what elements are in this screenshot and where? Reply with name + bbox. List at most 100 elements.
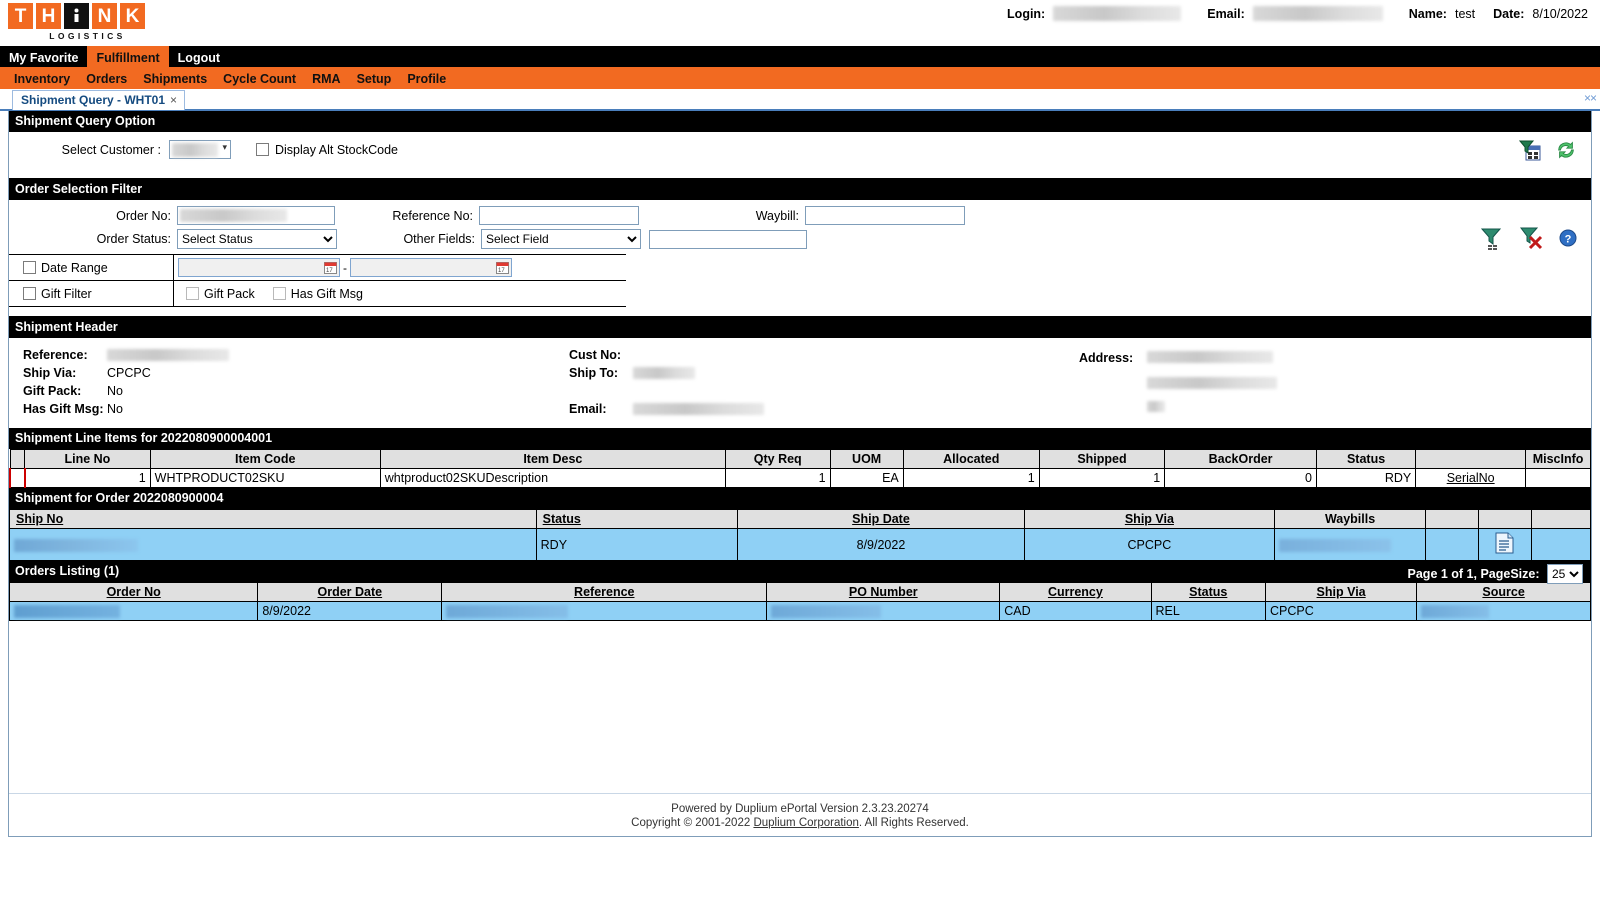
col-serial[interactable] [1415,449,1527,469]
cell-item-code: WHTPRODUCT02SKU [149,468,381,488]
col-currency[interactable]: Currency [1048,585,1103,599]
cell-ship-date: 8/9/2022 [737,528,1025,561]
reference-no-input[interactable] [479,206,639,225]
col-ship-status[interactable]: Status [543,512,581,526]
order-no-value-redacted [180,209,287,222]
menu-my-favorite[interactable]: My Favorite [0,46,87,67]
gift-pack-label: Gift Pack [204,286,255,301]
tab-close-icon[interactable]: × [170,93,177,107]
footer-line-2: Copyright © 2001-2022 Duplium Corporatio… [9,816,1591,830]
select-customer-value-redacted [172,143,218,157]
has-gift-msg-checkbox[interactable] [272,287,286,300]
document-icon[interactable] [1495,532,1514,557]
other-fields-select[interactable]: Select Field [481,229,641,249]
line-items-title: Shipment Line Items for 2022080900004001 [15,431,273,445]
order-no-label: Order No: [116,208,171,223]
logo-letter-i [64,3,89,29]
date-to-input[interactable] [350,258,512,277]
calendar-icon[interactable]: 17 [324,260,337,277]
shipment-for-order-title: Shipment for Order 2022080900004 [15,491,224,505]
gift-filter-checkbox[interactable] [23,287,36,300]
col-marker[interactable] [9,449,26,469]
svg-text:17: 17 [326,268,333,274]
other-fields-text-input[interactable] [649,229,807,249]
email-value-redacted [1252,6,1383,21]
email-label-hdr: Email: [569,402,607,416]
menu-logout[interactable]: Logout [169,46,229,67]
col-reference[interactable]: Reference [574,585,634,599]
date-range-checkbox[interactable] [23,261,36,274]
gift-pack-checkbox[interactable] [186,287,199,300]
cell-waybills [1274,528,1426,561]
page-footer: Powered by Duplium ePortal Version 2.3.2… [9,793,1591,830]
col-extra-2 [1477,509,1532,529]
col-extra-1 [1424,509,1479,529]
col-status[interactable]: Status [1315,449,1417,469]
table-row[interactable]: RDY 8/9/2022 CPCPC [9,528,1592,561]
cell-item-desc: whtproduct02SKUDescription [379,468,726,488]
svg-text:17: 17 [498,268,505,274]
tab-shipment-query[interactable]: Shipment Query - WHT01 × [12,90,186,110]
orders-listing-table: Order No Order Date Reference PO Number … [8,582,1591,621]
order-status-select[interactable]: Select Status [177,229,337,249]
refresh-icon[interactable] [1555,139,1577,164]
footer-divider [9,793,1591,794]
menu-inventory[interactable]: Inventory [6,67,78,89]
col-order-ship-via[interactable]: Ship Via [1317,585,1366,599]
date-from-input[interactable] [178,258,340,277]
col-misc-info[interactable]: MiscInfo [1525,449,1591,469]
filter-icon[interactable] [1479,226,1503,253]
reference-value-redacted-row [446,605,569,619]
orders-listing-bar: Orders Listing (1) Page 1 of 1, PageSize… [9,561,1591,584]
col-order-date[interactable]: Order Date [318,585,383,599]
shipment-header-title: Shipment Header [15,320,118,334]
serial-no-link[interactable]: SerialNo [1447,471,1495,485]
line-items-table: Line No Item Code Item Desc Qty Req UOM … [9,449,1591,488]
waybill-input[interactable] [805,206,965,225]
col-order-status[interactable]: Status [1189,585,1227,599]
table-row[interactable]: 1 WHTPRODUCT02SKU whtproduct02SKUDescrip… [9,468,1591,488]
col-source[interactable]: Source [1482,585,1524,599]
select-customer-dropdown[interactable]: ▾ [169,140,231,159]
menu-orders[interactable]: Orders [78,67,135,89]
logo-subtitle: LOGISTICS [49,31,126,41]
col-item-desc[interactable]: Item Desc [379,449,726,469]
table-row[interactable]: 8/9/2022 CAD REL CPCPC [8,601,1591,621]
display-alt-stockcode-checkbox[interactable] [256,143,269,156]
line-items-bar: Shipment Line Items for 2022080900004001 [9,428,1591,449]
col-ship-via[interactable]: Ship Via [1125,512,1174,526]
col-uom[interactable]: UOM [829,449,904,469]
col-qty-req[interactable]: Qty Req [724,449,831,469]
line-items-header-row: Line No Item Code Item Desc Qty Req UOM … [9,449,1591,469]
menu-shipments[interactable]: Shipments [135,67,215,89]
cell-document-icon[interactable] [1477,528,1532,561]
col-allocated[interactable]: Allocated [902,449,1040,469]
col-shipped[interactable]: Shipped [1038,449,1166,469]
page-size-select[interactable]: 25 [1547,564,1583,584]
col-line-no[interactable]: Line No [24,449,151,469]
duplium-corporation-link[interactable]: Duplium Corporation [753,817,858,829]
menu-rma[interactable]: RMA [304,67,348,89]
menu-setup[interactable]: Setup [349,67,400,89]
shipment-header-bar: Shipment Header [9,317,1591,338]
help-icon[interactable]: ? [1559,229,1577,250]
menu-fulfillment[interactable]: Fulfillment [87,46,169,67]
source-value-redacted [1421,605,1490,619]
cell-allocated: 1 [902,468,1040,488]
col-po-number[interactable]: PO Number [849,585,918,599]
col-backorder[interactable]: BackOrder [1164,449,1317,469]
clear-filter-icon[interactable] [1519,226,1543,253]
filter-table-icon[interactable] [1518,139,1541,164]
waybill-label: Waybill: [755,208,799,223]
cell-ship-status: RDY [535,528,739,561]
menu-cycle-count[interactable]: Cycle Count [215,67,304,89]
col-ship-no[interactable]: Ship No [16,512,63,526]
waybills-value-redacted [1279,538,1392,552]
close-all-tabs-icon[interactable]: ×× [1584,91,1597,105]
calendar-icon-2[interactable]: 17 [496,260,509,277]
col-ship-date[interactable]: Ship Date [852,512,910,526]
col-waybills[interactable]: Waybills [1325,512,1375,526]
menu-profile[interactable]: Profile [399,67,454,89]
col-order-no[interactable]: Order No [107,585,161,599]
col-item-code[interactable]: Item Code [149,449,381,469]
